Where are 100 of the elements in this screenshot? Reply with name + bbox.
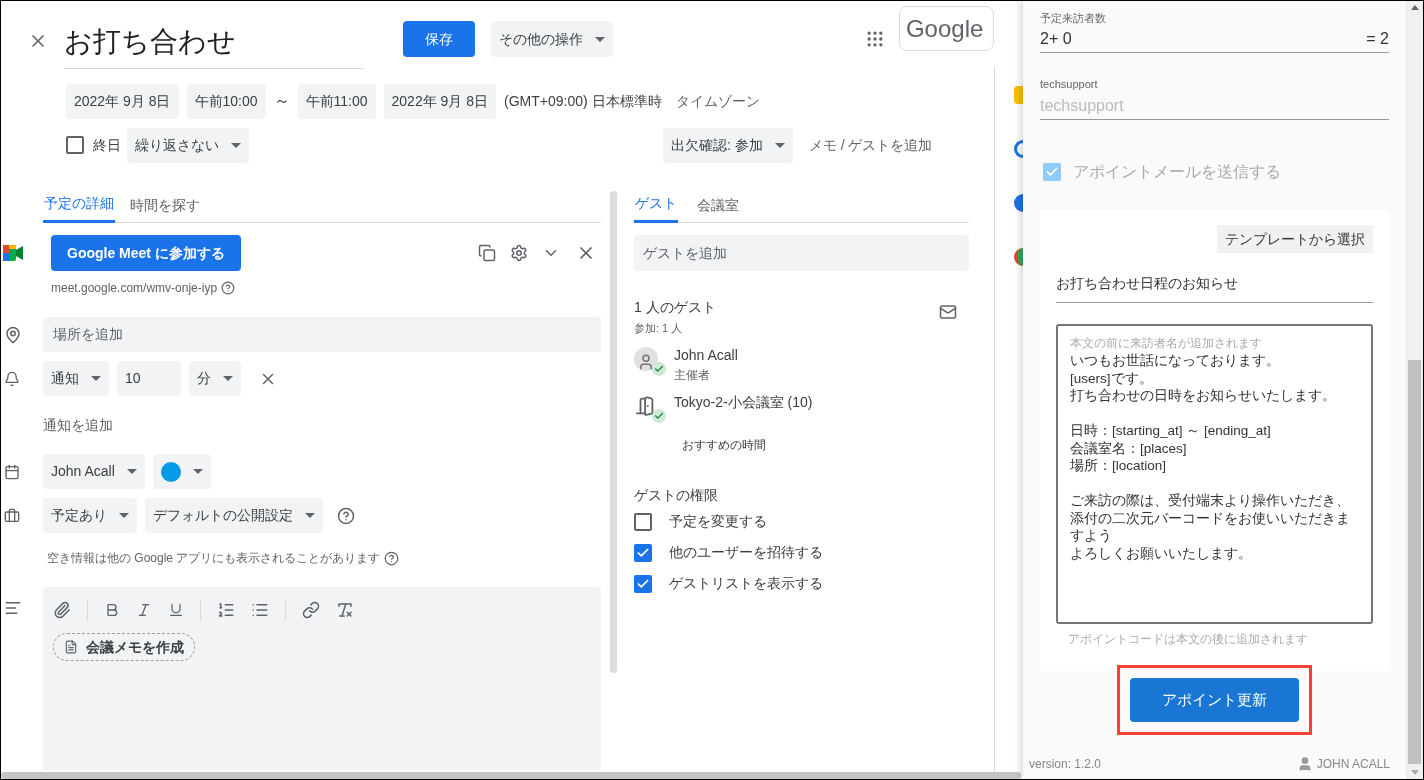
template-button[interactable]: テンプレートから選択 — [1217, 225, 1373, 253]
underline-icon[interactable] — [168, 602, 184, 618]
message-line: 場所：[location] — [1070, 457, 1168, 475]
help-icon[interactable] — [221, 281, 236, 295]
mail-icon[interactable] — [939, 303, 957, 321]
calendar-dropdown[interactable]: John Acall — [43, 454, 145, 489]
version-text: version: 1.2.0 — [1029, 756, 1102, 773]
google-logo[interactable]: Google — [898, 6, 994, 51]
more-actions-dropdown[interactable]: その他の操作 — [490, 21, 613, 57]
availability-dropdown[interactable]: 予定あり — [43, 498, 137, 533]
add-note-link[interactable]: メモ / ゲストを追加 — [808, 134, 933, 156]
note-icon — [64, 640, 78, 654]
start-time-field[interactable]: 午前10:00 — [186, 83, 266, 119]
permission-checkbox[interactable] — [634, 512, 652, 531]
message-line: 添付の二次元バーコードをお使いいただきますよう — [1070, 509, 1351, 545]
guest-name[interactable]: Tokyo-2-小会議室 (10) — [674, 391, 813, 413]
caret-icon — [91, 376, 101, 381]
bold-icon[interactable] — [104, 602, 120, 618]
message-line: ご来訪の際は、受付端末より操作いただき、 — [1070, 492, 1351, 510]
calendar-icon — [4, 463, 20, 480]
notification-type-dropdown[interactable]: 通知 — [43, 361, 109, 396]
save-button[interactable]: 保存 — [403, 21, 475, 57]
rsvp-dropdown[interactable]: 出欠確認: 参加 — [663, 127, 793, 163]
scrollbar[interactable] — [610, 191, 617, 673]
permission-checkbox[interactable] — [634, 574, 652, 593]
scrollbar-thumb[interactable] — [1408, 360, 1421, 764]
send-mail-label: アポイントメールを送信する — [1073, 162, 1281, 182]
all-day-label: 終日 — [93, 135, 121, 155]
permission-label: 他のユーザーを招待する — [669, 543, 823, 562]
guest-role: 主催者 — [674, 366, 711, 384]
code-note: アポイントコードは本文の後に追加されます — [1068, 631, 1309, 648]
tab[interactable]: 会議室 — [696, 187, 740, 223]
visibility-dropdown[interactable]: デフォルトの公開設定 — [145, 498, 323, 533]
subject-field[interactable]: お打ち合わせ日程のお知らせ — [1056, 273, 1373, 303]
submit-button[interactable]: アポイント更新 — [1130, 678, 1299, 722]
permission-label: 予定を変更する — [669, 512, 767, 531]
message-hint: 本文の前に来訪者名が追加されます — [1070, 335, 1263, 352]
scroll-up-icon[interactable] — [1410, 5, 1419, 10]
title-field[interactable]: お打ち合わせ — [63, 17, 364, 69]
availability-note: 空き情報は他の Google アプリにも表示されることがあります — [47, 550, 381, 567]
add-notification-link[interactable]: 通知を追加 — [43, 415, 113, 436]
user-name: JOHN ACALL — [1316, 756, 1390, 773]
notification-unit-dropdown[interactable]: 分 — [189, 361, 241, 396]
all-day-checkbox[interactable] — [66, 136, 84, 154]
video-call-icon — [3, 245, 23, 261]
tab[interactable]: ゲスト — [634, 187, 678, 223]
message-line: [users]です。 — [1070, 369, 1154, 387]
location-pin-icon — [4, 325, 22, 344]
suggested-times-link[interactable]: おすすめの時間 — [682, 435, 766, 454]
caret-icon — [126, 469, 137, 474]
guest-field[interactable]: ゲストを追加 — [634, 235, 969, 271]
bulleted-list-icon[interactable] — [251, 601, 269, 619]
range-separator: ～ — [273, 91, 290, 111]
bell-icon — [4, 370, 20, 387]
horizontal-scrollbar[interactable] — [1, 772, 1021, 779]
message-line: 会議室名：[places] — [1070, 439, 1188, 457]
permission-checkbox[interactable] — [634, 543, 652, 562]
end-date-field[interactable]: 2022年 9月 8日 — [383, 83, 497, 119]
description-icon — [4, 599, 22, 617]
message-line: 日時：[starting_at] ～ [ending_at] — [1070, 422, 1272, 440]
meet-link[interactable]: meet.google.com/wmv-onje-iyp — [51, 279, 218, 297]
numbered-list-icon[interactable] — [217, 601, 235, 619]
clear-formatting-icon[interactable] — [336, 601, 354, 619]
link-icon[interactable] — [302, 601, 320, 619]
tab[interactable]: 時間を探す — [129, 187, 201, 223]
timezone-text: (GMT+09:00) 日本標準時 — [504, 91, 662, 111]
notification-value-field[interactable]: 10 — [117, 361, 181, 396]
caret-icon — [231, 142, 241, 148]
description-field[interactable]: 会議メモを作成 — [43, 587, 601, 770]
avatar — [634, 346, 658, 371]
guest-name[interactable]: John Acall — [674, 344, 738, 366]
caret-icon — [223, 376, 233, 381]
guest-count: 1 人のゲスト — [634, 298, 717, 317]
copy-icon[interactable] — [478, 244, 496, 262]
techsupport-field[interactable]: techsupport — [1040, 92, 1389, 120]
end-time-field[interactable]: 午前11:00 — [297, 83, 376, 119]
tab[interactable]: 予定の詳細 — [43, 187, 115, 223]
location-field[interactable]: 場所を追加 — [43, 317, 601, 352]
caret-icon — [594, 36, 605, 42]
techsupport-label: techsupport — [1040, 76, 1099, 92]
help-icon[interactable] — [384, 550, 400, 566]
join-meet-button[interactable]: Google Meet に参加する — [51, 235, 241, 271]
permission-label: ゲストリストを表示する — [669, 574, 823, 593]
help-icon[interactable] — [337, 506, 355, 525]
message-line: いつもお世話になっております。 — [1070, 352, 1281, 370]
start-date-field[interactable]: 2022年 9月 8日 — [66, 83, 179, 119]
check-icon — [1045, 165, 1059, 179]
caret-icon — [774, 142, 785, 148]
color-dropdown[interactable] — [152, 454, 211, 489]
timezone-link[interactable]: タイムゾーン — [675, 90, 760, 112]
attachment-icon[interactable] — [53, 601, 71, 619]
caret-icon — [192, 469, 203, 474]
caret-icon — [305, 513, 315, 518]
message-line: 打ち合わせの日時をお知らせいたします。 — [1070, 387, 1337, 405]
visitors-field[interactable]: 2+ 0 = 2 — [1040, 26, 1389, 53]
visitors-label: 予定来訪者数 — [1040, 11, 1107, 26]
repeat-dropdown[interactable]: 繰り返さない — [127, 127, 249, 163]
message-field[interactable]: 本文の前に来訪者名が追加されます いつもお世話になっております。 [users]です。 打ち合わせの日時をお知らせいたします。 日時：[starting_at] ～ [ending_at] 会議室名：[places] 場所：[location] ご来訪の際は、受付端末より操作いただき、 添付の二次元バーコードをお使いいただきますよう よろしくお願いいたします。 — [1056, 324, 1373, 624]
settings-icon[interactable] — [510, 244, 528, 262]
italic-icon[interactable] — [136, 602, 152, 618]
